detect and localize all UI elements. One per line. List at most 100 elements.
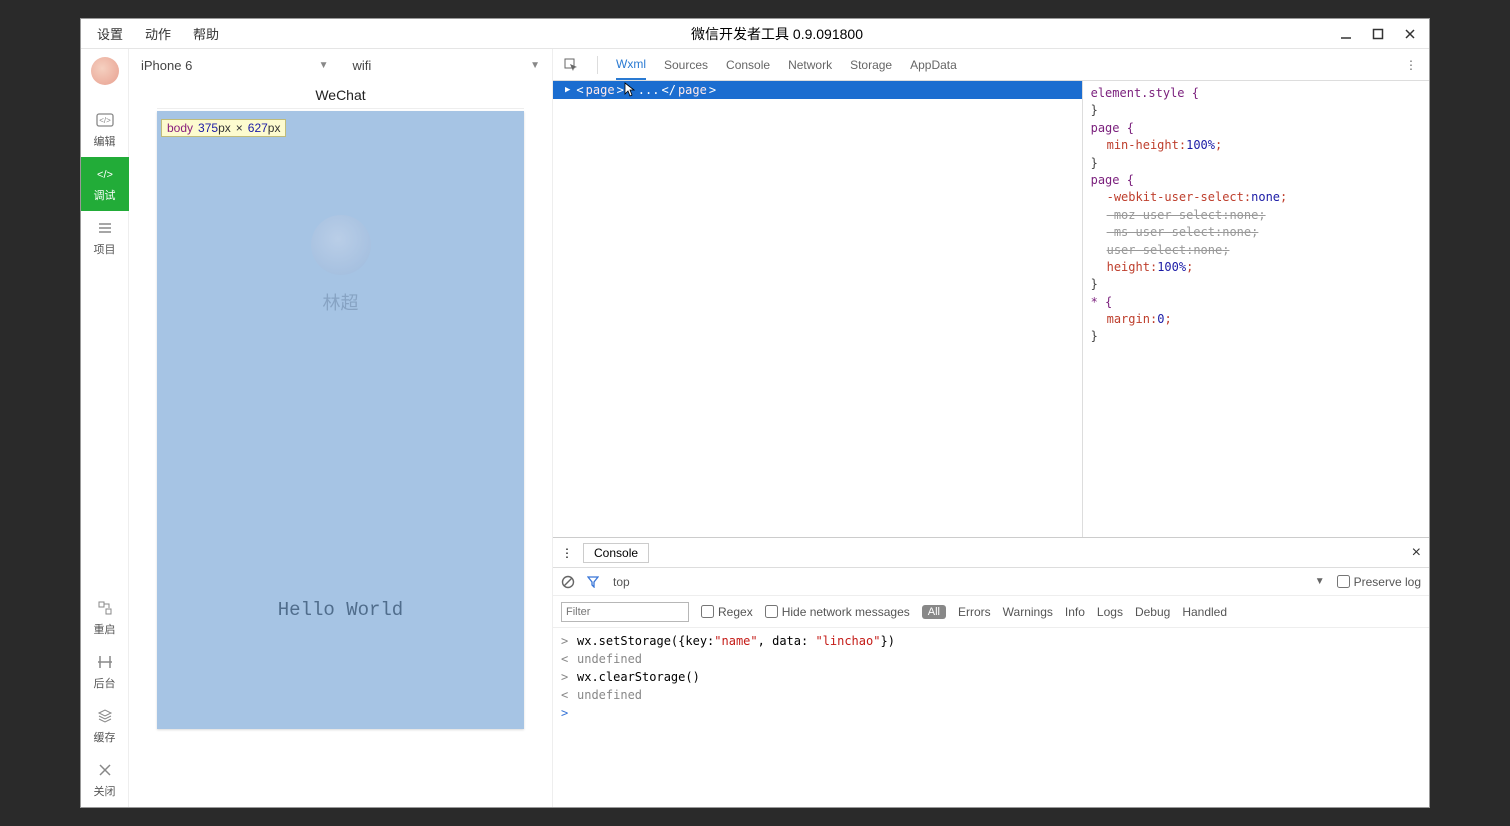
drawer-tab-console[interactable]: Console [583, 543, 649, 563]
hide-network-checkbox[interactable] [765, 605, 778, 618]
console-line: < undefined [561, 650, 1421, 668]
regex-check[interactable]: Regex [701, 605, 753, 619]
rail-close-label: 关闭 [94, 783, 116, 799]
rail-debug[interactable]: </> 调试 [81, 157, 129, 211]
menu-settings[interactable]: 设置 [97, 24, 123, 43]
c-text: wx.clearStorage() [577, 668, 700, 686]
level-handled[interactable]: Handled [1182, 605, 1227, 619]
css-prop: -moz-user-select [1107, 208, 1223, 222]
tree-row[interactable]: ▶ <page> ... </page> [553, 81, 1082, 99]
window-title: 微信开发者工具 0.9.091800 [219, 24, 1335, 44]
tab-console[interactable]: Console [726, 49, 770, 80]
css-prop: user-select [1107, 243, 1186, 257]
rail-cache-label: 缓存 [94, 729, 116, 745]
c-string: "linchao" [815, 634, 880, 648]
css-prop: margin [1107, 312, 1150, 326]
close-rail-icon [98, 761, 112, 779]
close-icon[interactable] [1399, 23, 1421, 45]
minimize-icon[interactable] [1335, 23, 1357, 45]
css-val: 0 [1157, 312, 1164, 326]
level-debug[interactable]: Debug [1135, 605, 1170, 619]
preserve-log-checkbox[interactable] [1337, 575, 1350, 588]
avatar[interactable] [91, 57, 119, 85]
filter-input[interactable] [561, 602, 689, 622]
simulator-title: WeChat [157, 81, 524, 109]
level-errors[interactable]: Errors [958, 605, 991, 619]
filter-funnel-icon[interactable] [587, 576, 599, 588]
dim-height: 627 [248, 121, 268, 135]
chevron-down-icon[interactable]: ▼ [1315, 576, 1325, 587]
css-brace: } [1091, 103, 1098, 117]
background-icon [97, 653, 113, 671]
tab-storage[interactable]: Storage [850, 49, 892, 80]
css-val: none [1193, 243, 1222, 257]
menu-actions[interactable]: 动作 [145, 24, 171, 43]
console-line: < undefined [561, 686, 1421, 704]
rail-project-label: 项目 [94, 241, 116, 257]
inspect-icon[interactable] [563, 57, 579, 73]
level-info[interactable]: Info [1065, 605, 1085, 619]
rail-close[interactable]: 关闭 [81, 753, 129, 807]
hide-network-check[interactable]: Hide network messages [765, 605, 910, 619]
tab-sources[interactable]: Sources [664, 49, 708, 80]
chevron-down-icon: ▼ [319, 60, 329, 71]
maximize-icon[interactable] [1367, 23, 1389, 45]
level-logs[interactable]: Logs [1097, 605, 1123, 619]
css-brace: } [1091, 156, 1098, 170]
svg-text:</>: </> [99, 116, 111, 125]
rail-project[interactable]: 项目 [81, 211, 129, 265]
css-selector: page { [1091, 121, 1134, 135]
tab-wxml[interactable]: Wxml [616, 49, 646, 80]
rail-edit[interactable]: </> 编辑 [81, 103, 129, 157]
css-selector: page { [1091, 173, 1134, 187]
simulator-column: iPhone 6 ▼ wifi ▼ WeChat body 375px × 62… [129, 49, 553, 807]
left-rail: </> 编辑 </> 调试 项目 重启 [81, 49, 129, 807]
clear-icon[interactable] [561, 575, 575, 589]
wxml-tree[interactable]: ▶ <page> ... </page> [553, 81, 1082, 537]
level-warnings[interactable]: Warnings [1003, 605, 1053, 619]
rail-restart-label: 重启 [94, 621, 116, 637]
c-string: "name" [714, 634, 757, 648]
css-selector: * { [1091, 295, 1113, 309]
level-all[interactable]: All [922, 605, 946, 619]
cache-icon [97, 707, 113, 725]
preserve-log-check[interactable]: Preserve log [1337, 575, 1421, 589]
network-dropdown[interactable]: wifi ▼ [341, 49, 553, 81]
devtools-tabs: Wxml Sources Console Network Storage App… [553, 49, 1429, 81]
rail-restart[interactable]: 重启 [81, 591, 129, 645]
dimension-badge: body 375px × 627px [161, 119, 286, 137]
rail-cache[interactable]: 缓存 [81, 699, 129, 753]
regex-label: Regex [718, 605, 753, 619]
simulator-toolbar: iPhone 6 ▼ wifi ▼ [129, 49, 552, 81]
css-val: none [1222, 225, 1251, 239]
hide-network-label: Hide network messages [782, 605, 910, 619]
console-drawer: ⋮ Console × top ▼ [553, 537, 1429, 807]
styles-pane[interactable]: element.style { } page { min-height:100%… [1082, 81, 1429, 537]
drawer-menu-icon[interactable]: ⋮ [561, 546, 573, 560]
css-val: 100% [1186, 138, 1215, 152]
device-dropdown[interactable]: iPhone 6 ▼ [129, 49, 341, 81]
console-prompt[interactable]: > [561, 704, 1421, 722]
dim-px2: px [268, 121, 281, 135]
console-line: > wx.setStorage({key:"name", data: "linc… [561, 632, 1421, 650]
simulator-screen[interactable]: body 375px × 627px 林超 Hello World [157, 111, 524, 729]
context-dropdown[interactable]: top [611, 575, 630, 589]
tree-tag-close: page [678, 83, 707, 97]
rail-background[interactable]: 后台 [81, 645, 129, 699]
console-output[interactable]: > wx.setStorage({key:"name", data: "linc… [553, 628, 1429, 807]
css-prop: -webkit-user-select [1107, 190, 1244, 204]
tab-network[interactable]: Network [788, 49, 832, 80]
css-val: 100% [1157, 260, 1186, 274]
console-toolbar: top ▼ Preserve log [553, 568, 1429, 596]
caret-right-icon[interactable]: ▶ [565, 85, 570, 95]
css-brace: } [1091, 277, 1098, 291]
css-prop: -ms-user-select [1107, 225, 1215, 239]
menu-help[interactable]: 帮助 [193, 24, 219, 43]
menu-bar: 设置 动作 帮助 [97, 24, 219, 43]
devtools-column: Wxml Sources Console Network Storage App… [553, 49, 1429, 807]
drawer-close-icon[interactable]: × [1412, 544, 1421, 562]
more-icon[interactable]: ⋮ [1403, 57, 1419, 73]
regex-checkbox[interactable] [701, 605, 714, 618]
tab-appdata[interactable]: AppData [910, 49, 957, 80]
rail-background-label: 后台 [94, 675, 116, 691]
